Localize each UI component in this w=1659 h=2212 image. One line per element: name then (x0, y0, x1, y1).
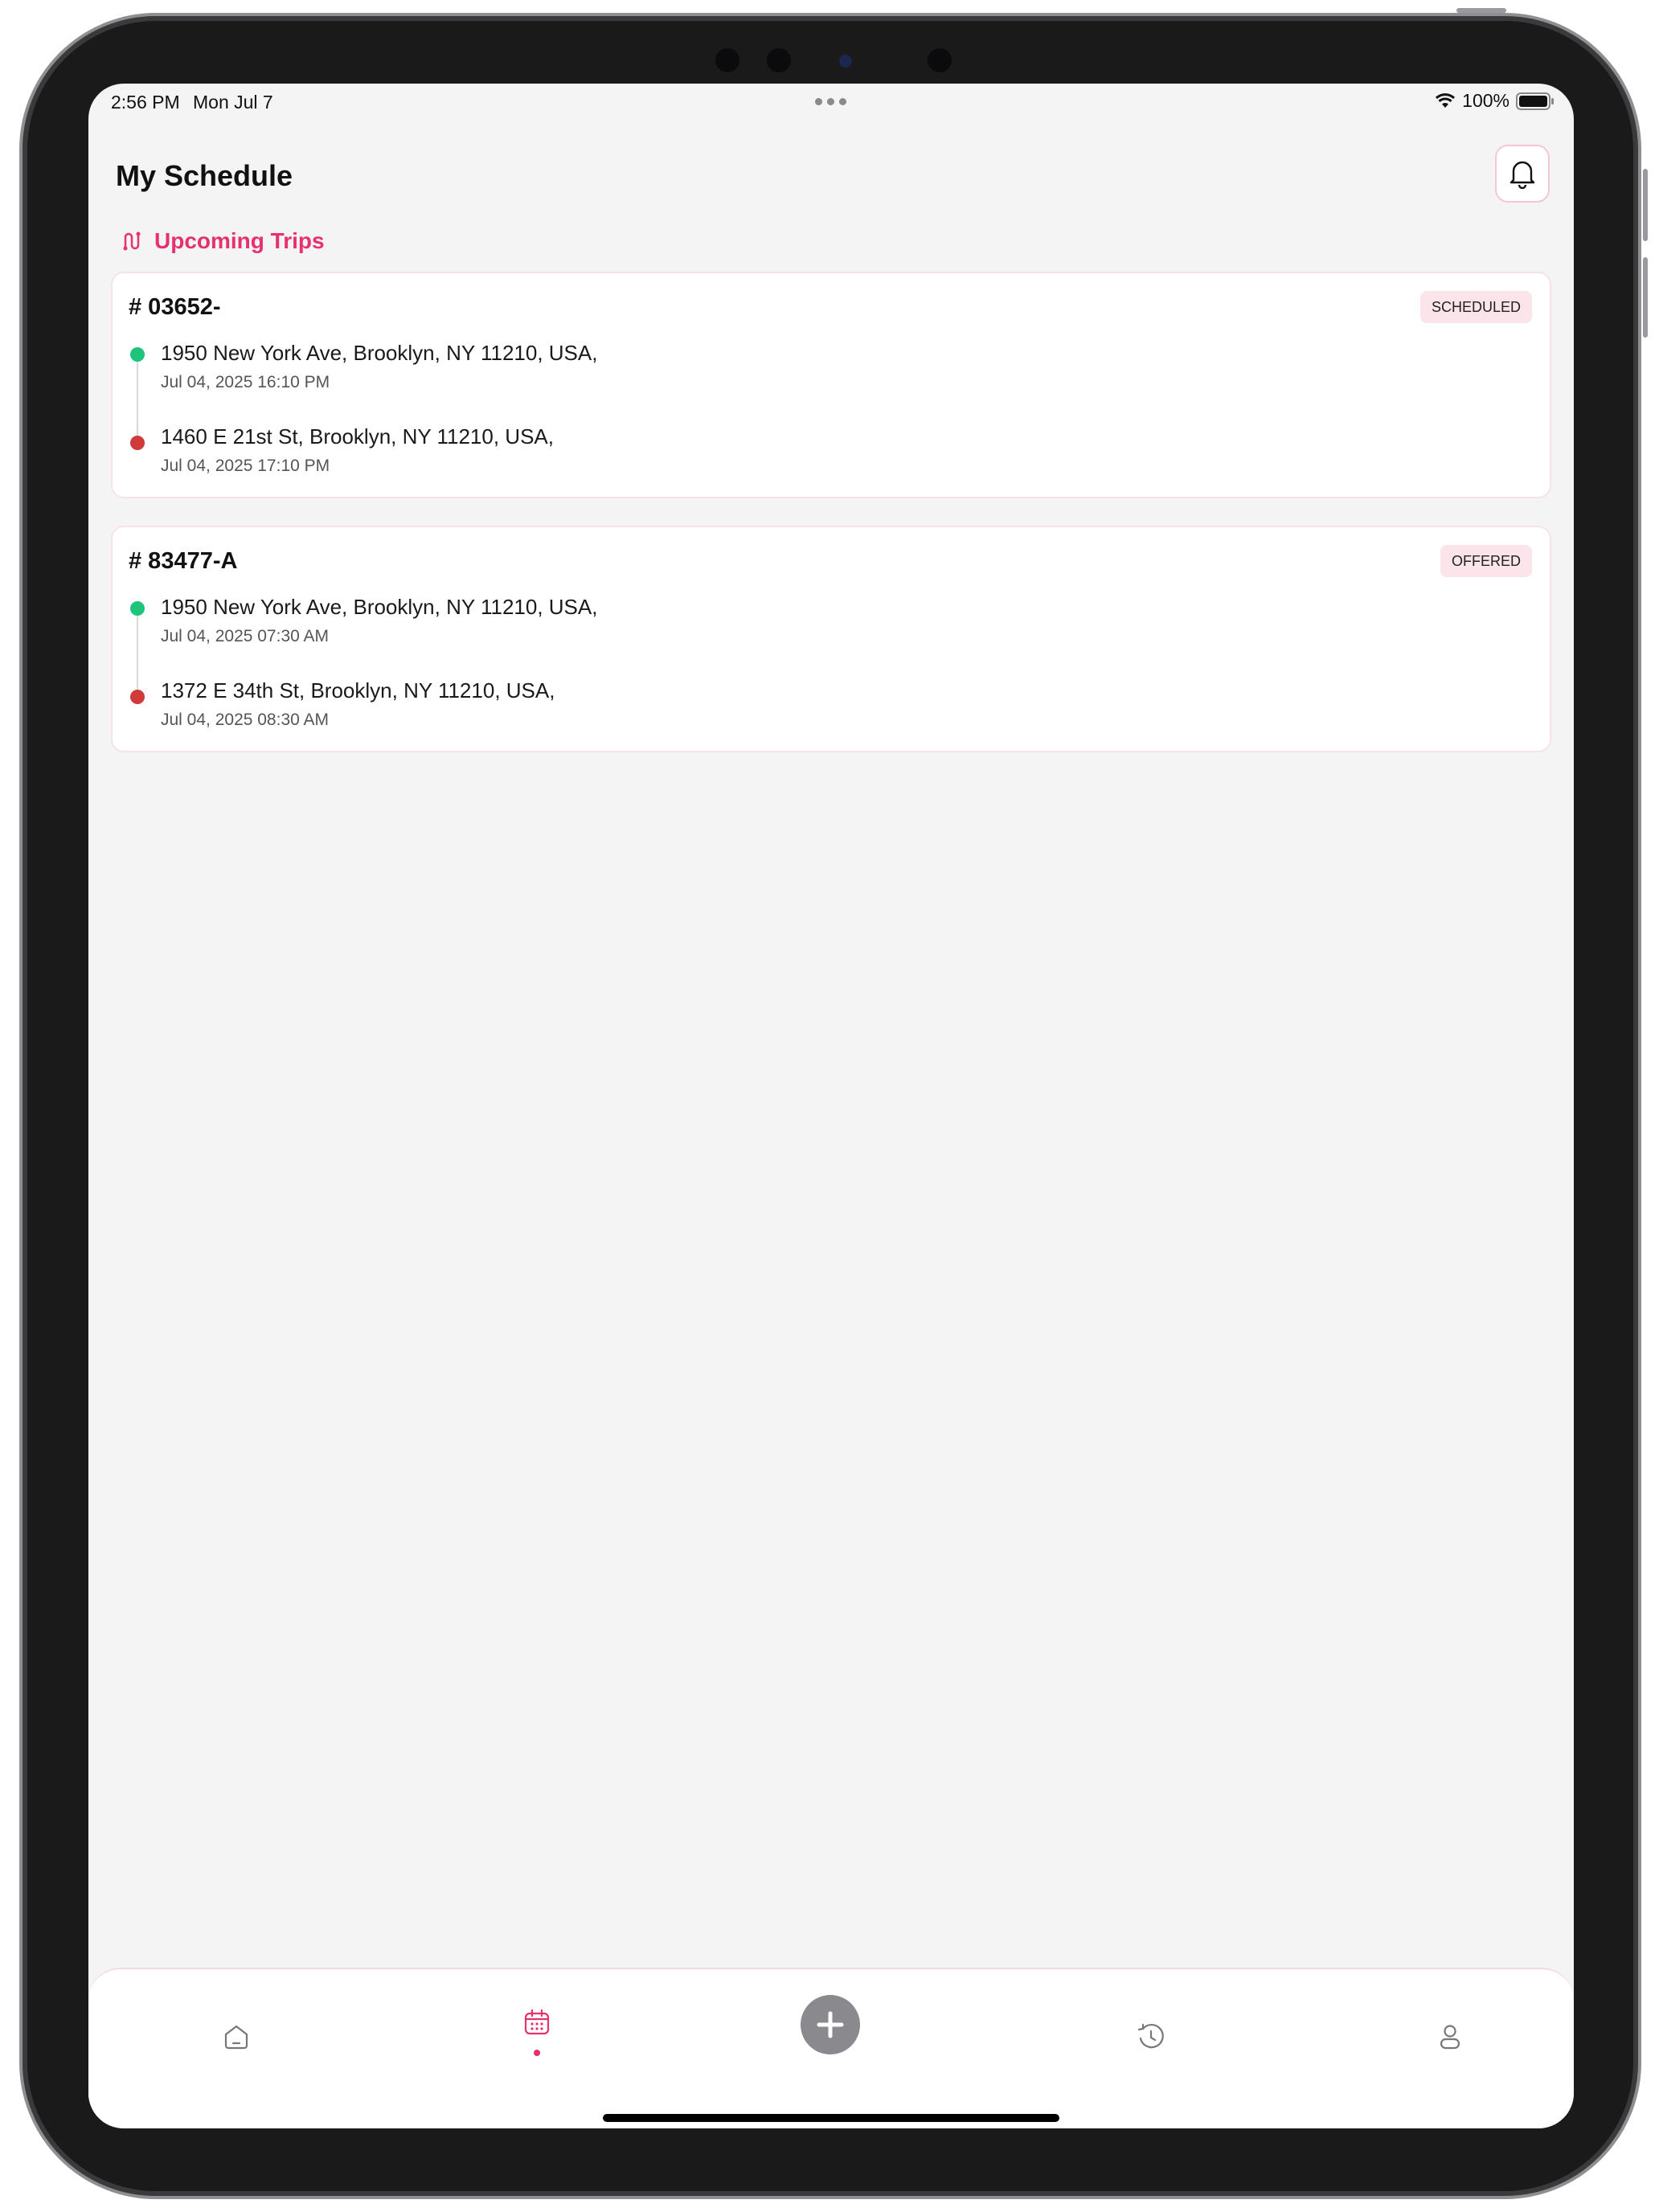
tab-home[interactable] (212, 2013, 260, 2061)
active-tab-indicator (534, 2050, 540, 2056)
battery-percent: 100% (1462, 90, 1509, 111)
camera-sensor (715, 48, 739, 72)
battery-icon (1516, 92, 1554, 110)
camera-sensor-right (928, 48, 952, 72)
pickup-time: Jul 04, 2025 07:30 AM (161, 627, 329, 645)
pickup-dot (130, 347, 145, 362)
multitasking-dots[interactable] (815, 98, 846, 105)
dropoff-time: Jul 04, 2025 08:30 AM (161, 711, 329, 729)
route-icon (123, 231, 141, 251)
pickup-time: Jul 04, 2025 16:10 PM (161, 373, 330, 391)
camera-indicator (839, 55, 852, 68)
status-badge: OFFERED (1440, 545, 1532, 577)
screen: 2:56 PM Mon Jul 7 100% My Schedule Upcom… (88, 84, 1574, 2128)
trip-card[interactable]: # 03652- SCHEDULED 1950 New York Ave, Br… (111, 272, 1551, 498)
add-trip-button[interactable] (801, 1995, 860, 2054)
wifi-icon (1436, 92, 1456, 108)
tab-bar (88, 1968, 1574, 2128)
dropoff-dot (130, 690, 145, 704)
pickup-address: 1950 New York Ave, Brooklyn, NY 11210, U… (161, 595, 598, 619)
volume-up-button (1643, 169, 1648, 241)
dropoff-time: Jul 04, 2025 17:10 PM (161, 457, 330, 475)
camera-lens (767, 48, 791, 72)
page-title: My Schedule (116, 159, 293, 192)
volume-down-button (1643, 257, 1648, 338)
bell-icon (1509, 161, 1535, 189)
calendar-icon (524, 2009, 550, 2035)
history-icon (1137, 2023, 1164, 2049)
dropoff-dot (130, 436, 145, 450)
status-date: Mon Jul 7 (193, 92, 273, 113)
profile-icon (1440, 2025, 1460, 2050)
tab-history[interactable] (1127, 2013, 1175, 2061)
home-indicator (603, 2114, 1059, 2122)
status-right: 100% (1435, 90, 1555, 112)
top-button (1456, 8, 1506, 13)
plus-icon (817, 2011, 844, 2038)
status-bar: 2:56 PM Mon Jul 7 100% (88, 84, 1574, 122)
route-line (137, 614, 138, 696)
trip-card[interactable]: # 83477-A OFFERED 1950 New York Ave, Bro… (111, 526, 1551, 752)
tab-profile[interactable] (1426, 2013, 1474, 2061)
dropoff-address: 1460 E 21st St, Brooklyn, NY 11210, USA, (161, 424, 554, 449)
tab-schedule[interactable] (513, 1998, 561, 2046)
route-line (137, 360, 138, 442)
trip-id: # 83477-A (129, 548, 238, 574)
pickup-dot (130, 601, 145, 616)
notifications-button[interactable] (1495, 145, 1550, 203)
trip-id: # 03652- (129, 294, 221, 320)
dropoff-address: 1372 E 34th St, Brooklyn, NY 11210, USA, (161, 678, 555, 703)
pickup-address: 1950 New York Ave, Brooklyn, NY 11210, U… (161, 341, 598, 365)
status-time: 2:56 PM (111, 92, 180, 113)
home-icon (224, 2025, 248, 2050)
upcoming-trips-header: Upcoming Trips (122, 228, 325, 254)
section-label: Upcoming Trips (154, 228, 325, 253)
status-badge: SCHEDULED (1419, 291, 1532, 323)
